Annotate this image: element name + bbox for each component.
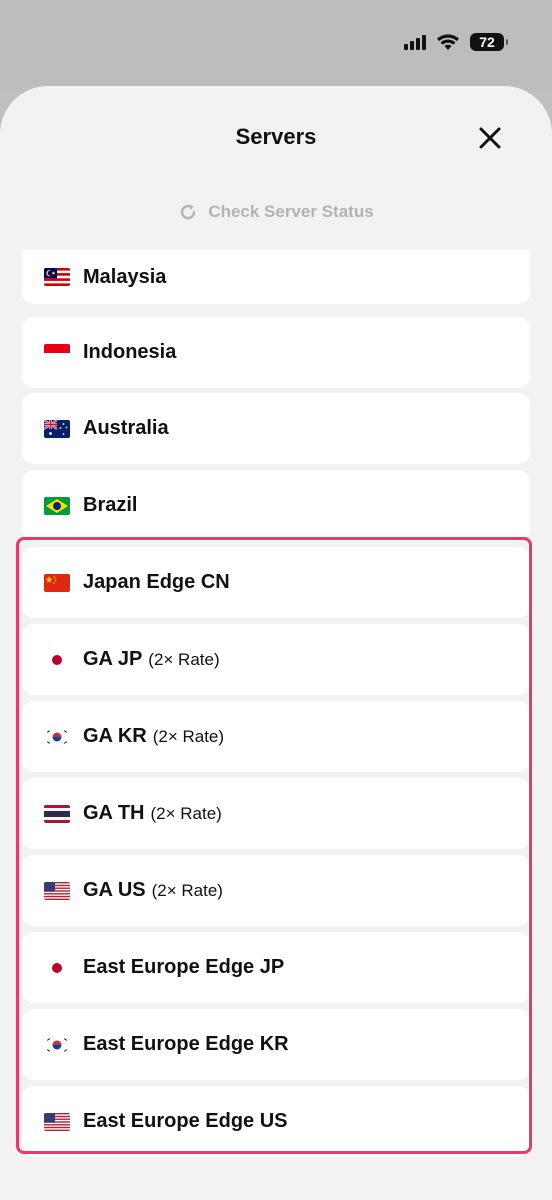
server-name: GA KR (2× Rate) [83,725,224,748]
server-item-indonesia[interactable]: Indonesia [22,317,530,388]
malaysia-flag-icon [44,268,70,286]
server-name: Japan Edge CN [83,571,230,594]
status-icons: 72 [404,33,508,51]
server-name: Indonesia [83,341,176,364]
usa-flag-icon [44,881,70,900]
server-item-brazil[interactable]: Brazil [22,470,530,541]
japan-flag-icon [44,650,70,669]
server-name: GA TH (2× Rate) [83,802,222,825]
server-name-text: Indonesia [83,341,177,363]
wifi-icon [436,33,460,51]
server-name-text: East Europe Edge KR [83,1033,289,1055]
server-name-text: GA JP [83,648,143,670]
south-korea-flag-icon [44,1035,70,1054]
server-item-ga-us[interactable]: GA US (2× Rate) [22,855,530,926]
server-name: East Europe Edge US [83,1110,288,1133]
server-name-text: GA KR [83,725,147,747]
rate-suffix: (2× Rate) [148,650,220,669]
indonesia-flag-icon [44,343,70,362]
server-item-ga-th[interactable]: GA TH (2× Rate) [22,778,530,849]
servers-sheet: Servers Check Server Status Malaysia Ind… [0,86,552,1200]
server-name-text: East Europe Edge JP [83,956,285,978]
battery-level: 72 [479,34,495,50]
server-item-east-europe-edge-us[interactable]: East Europe Edge US [22,1086,530,1157]
rate-suffix: (2× Rate) [150,804,222,823]
server-item-east-europe-edge-jp[interactable]: East Europe Edge JP [22,932,530,1003]
close-icon [479,127,501,149]
server-name: GA US (2× Rate) [83,879,223,902]
server-name: Brazil [83,494,137,517]
close-button[interactable] [476,124,504,152]
japan-flag-icon [44,958,70,977]
server-name-text: Australia [83,417,169,439]
server-name-text: East Europe Edge US [83,1110,288,1132]
server-name: Malaysia [83,266,166,289]
refresh-icon [181,204,196,220]
server-name-text: Malaysia [83,265,167,288]
battery-indicator: 72 [470,33,508,51]
server-name: Australia [83,417,169,440]
server-name-text: GA TH [83,802,145,824]
server-item-east-europe-edge-kr[interactable]: East Europe Edge KR [22,1009,530,1080]
cellular-signal-icon [404,34,426,50]
server-item-australia[interactable]: Australia [22,393,530,464]
china-flag-icon [44,573,70,592]
usa-flag-icon [44,1112,70,1131]
status-bar: 72 [0,0,552,90]
thailand-flag-icon [44,804,70,823]
brazil-flag-icon [44,496,70,515]
server-name: GA JP (2× Rate) [83,648,220,671]
check-server-status-label: Check Server Status [208,202,374,221]
australia-flag-icon [44,419,70,438]
server-item-malaysia[interactable]: Malaysia [22,250,530,304]
server-name-text: GA US [83,879,146,901]
server-item-ga-jp[interactable]: GA JP (2× Rate) [22,624,530,695]
server-name: East Europe Edge JP [83,956,284,979]
page-title: Servers [235,124,317,149]
server-name-text: Brazil [83,494,138,516]
check-server-status-button[interactable]: Check Server Status [0,202,552,222]
server-item-ga-kr[interactable]: GA KR (2× Rate) [22,701,530,772]
rate-suffix: (2× Rate) [151,881,223,900]
server-name-text: Japan Edge CN [83,571,230,593]
server-name: East Europe Edge KR [83,1033,289,1056]
server-item-japan-edge-cn[interactable]: Japan Edge CN [22,547,530,618]
south-korea-flag-icon [44,727,70,746]
rate-suffix: (2× Rate) [152,727,225,746]
